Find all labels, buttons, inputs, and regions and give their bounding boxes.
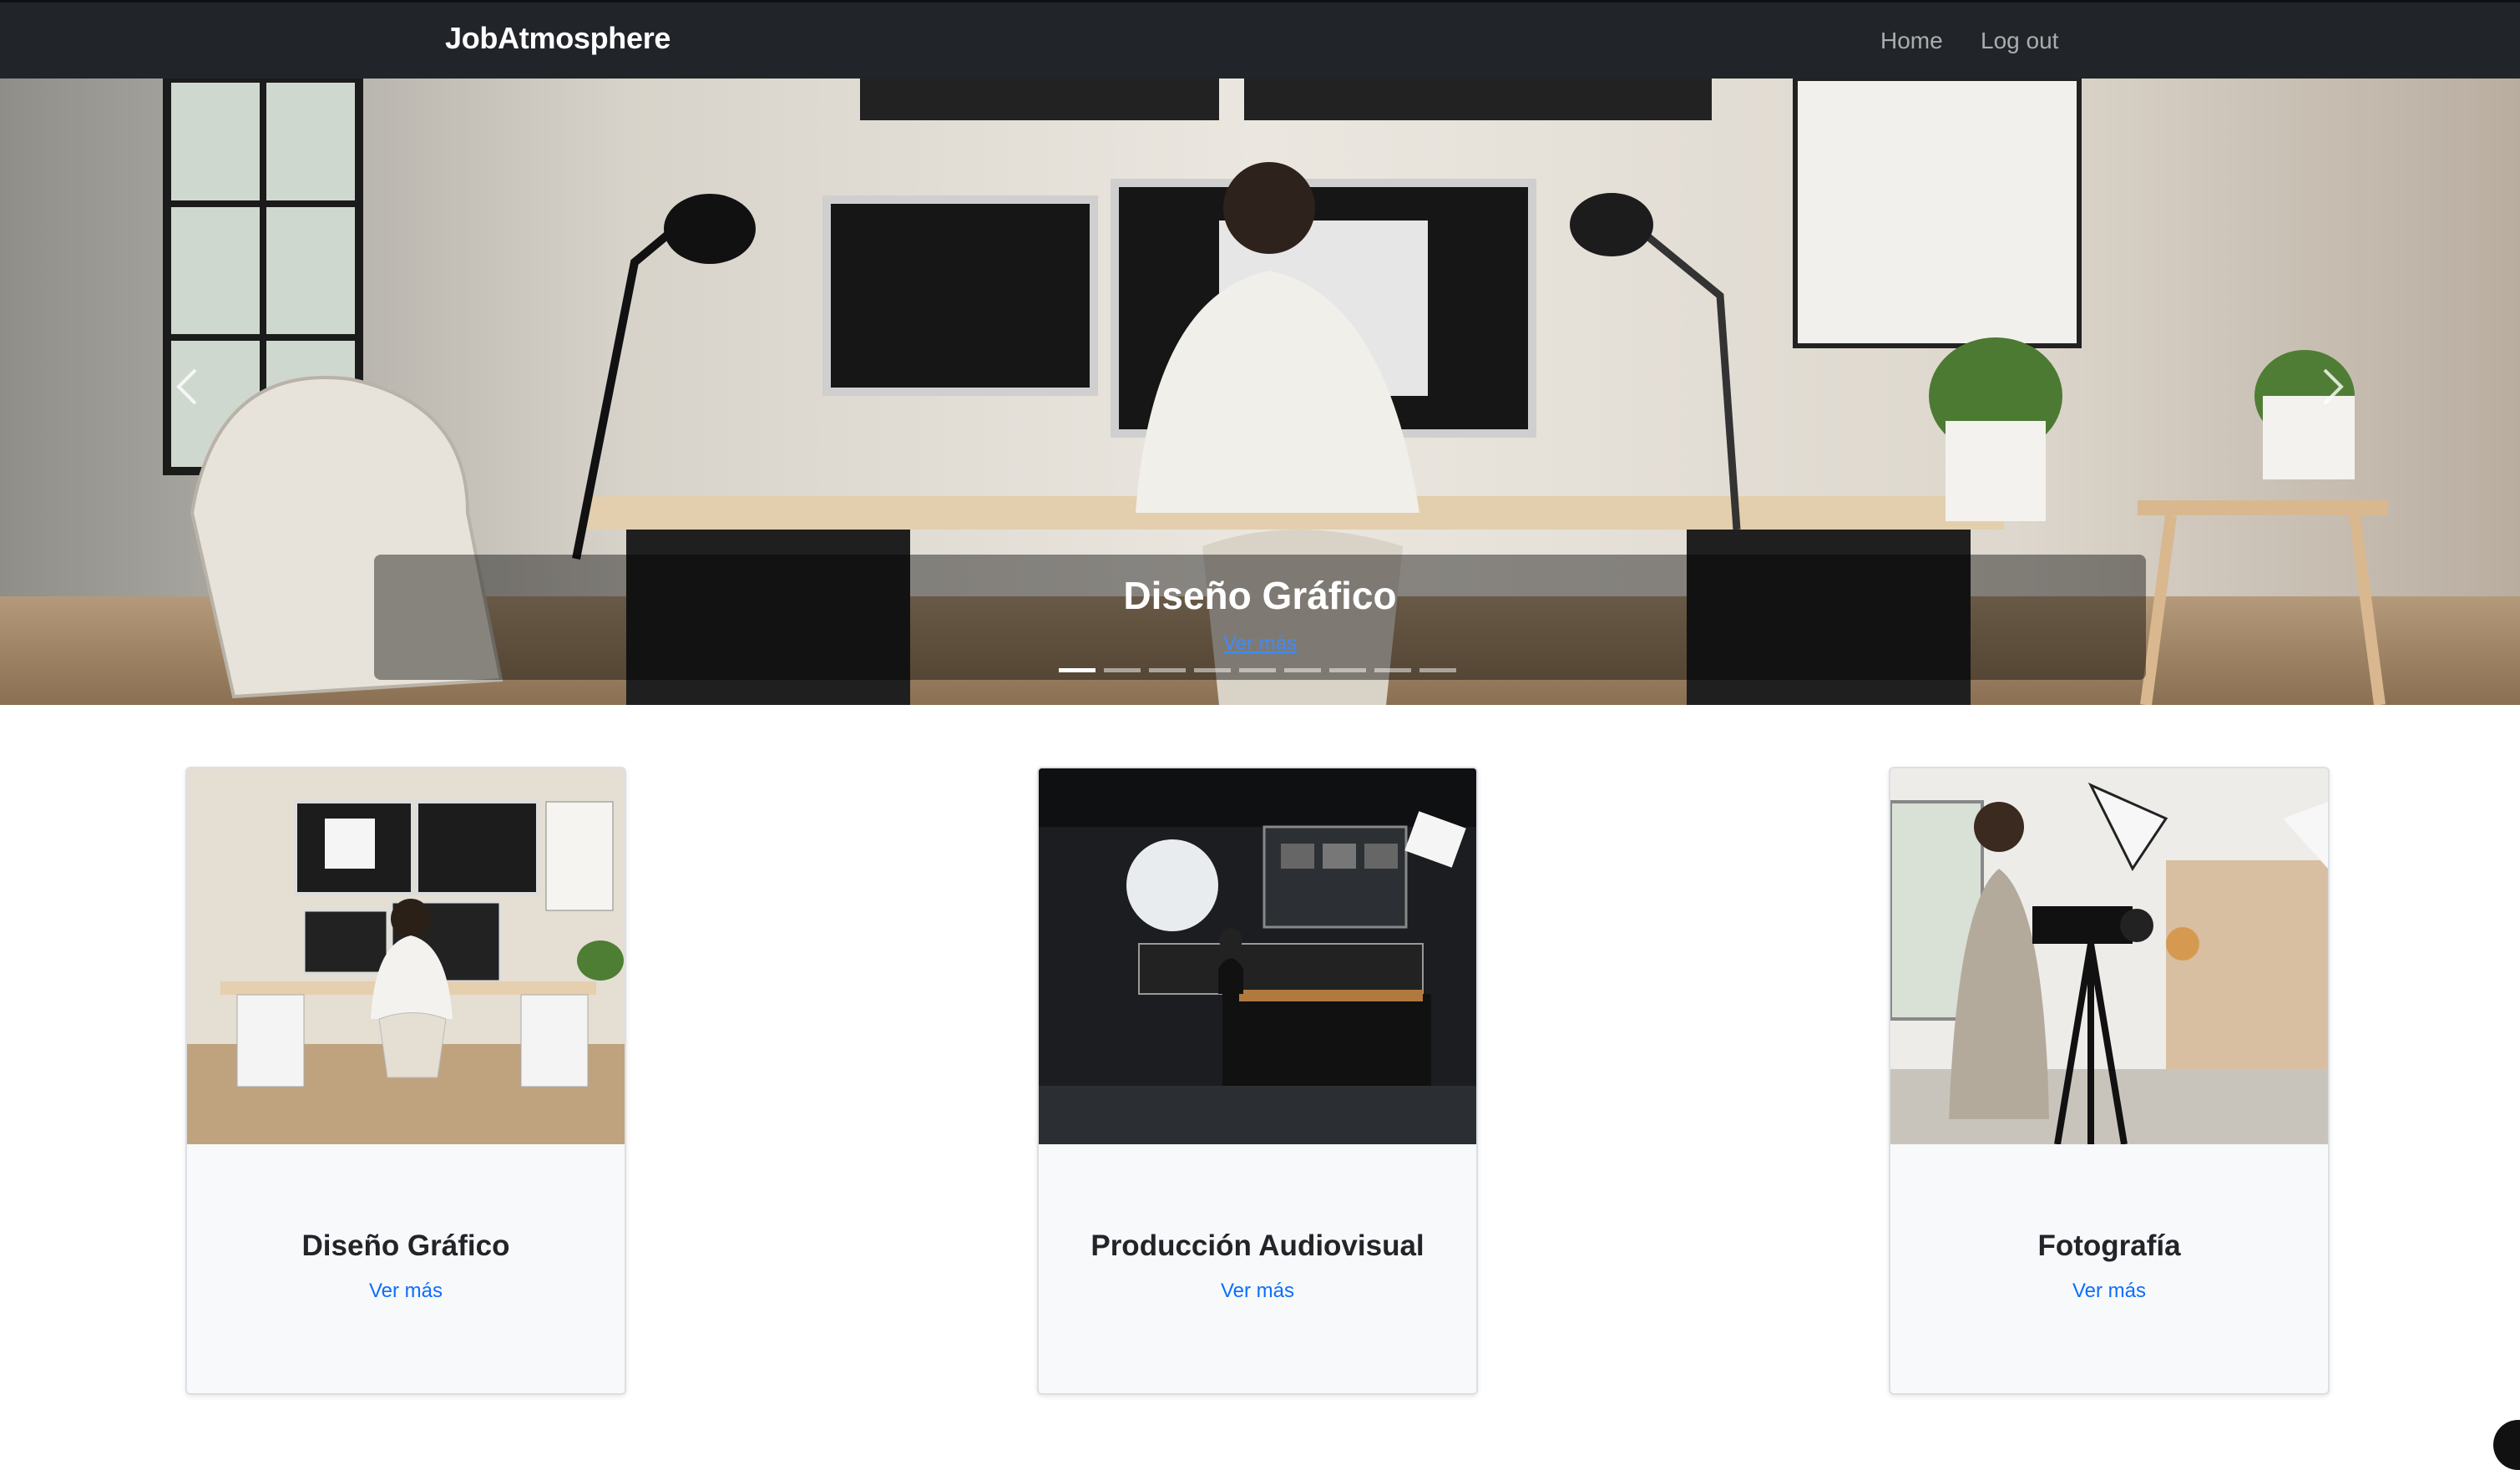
- card-title: Fotografía: [2037, 1229, 2181, 1262]
- hero-carousel: Diseño Gráfico Ver más: [0, 79, 2520, 705]
- category-card-produccion-audiovisual: Producción Audiovisual Ver más: [1037, 767, 1478, 1395]
- nav-link-home[interactable]: Home: [1880, 28, 1943, 54]
- card-ver-mas-link[interactable]: Ver más: [2072, 1280, 2146, 1302]
- brand-logo-link[interactable]: JobAtmosphere: [445, 21, 670, 56]
- card-ver-mas-link[interactable]: Ver más: [1221, 1280, 1294, 1302]
- carousel-indicator[interactable]: [1419, 668, 1456, 672]
- carousel-indicator[interactable]: [1329, 668, 1366, 672]
- card-image: [1039, 768, 1476, 1144]
- nav-link-logout[interactable]: Log out: [1981, 28, 2058, 54]
- carousel-indicator[interactable]: [1374, 668, 1411, 672]
- carousel-indicators: [1059, 668, 1460, 673]
- card-ver-mas-link[interactable]: Ver más: [369, 1280, 443, 1302]
- card-title: Diseño Gráfico: [301, 1229, 510, 1262]
- card-image: [1890, 768, 2328, 1144]
- card-link-wrapper: Ver más: [1890, 1280, 2328, 1303]
- card-link-wrapper: Ver más: [1039, 1280, 1476, 1303]
- category-card-diseno-grafico: Diseño Gráfico Ver más: [185, 767, 626, 1395]
- carousel-caption-title: Diseño Gráfico: [1123, 574, 1397, 617]
- chevron-left-icon: [176, 368, 197, 405]
- carousel-indicator[interactable]: [1194, 668, 1231, 672]
- card-title: Producción Audiovisual: [1090, 1229, 1424, 1262]
- carousel-indicator[interactable]: [1104, 668, 1141, 672]
- card-link-wrapper: Ver más: [187, 1280, 625, 1303]
- chevron-right-icon: [2323, 368, 2344, 405]
- carousel-ver-mas-link[interactable]: Ver más: [1223, 632, 1297, 655]
- carousel-caption-link-wrapper: Ver más: [0, 632, 2520, 656]
- category-card-fotografia: Fotografía Ver más: [1889, 767, 2330, 1395]
- card-image: [187, 768, 625, 1144]
- carousel-indicator[interactable]: [1149, 668, 1186, 672]
- carousel-indicator[interactable]: [1284, 668, 1321, 672]
- top-navbar: JobAtmosphere Home Log out: [0, 0, 2520, 79]
- floating-widget-button[interactable]: [2493, 1420, 2520, 1470]
- carousel-indicator[interactable]: [1239, 668, 1276, 672]
- carousel-indicator[interactable]: [1059, 668, 1096, 672]
